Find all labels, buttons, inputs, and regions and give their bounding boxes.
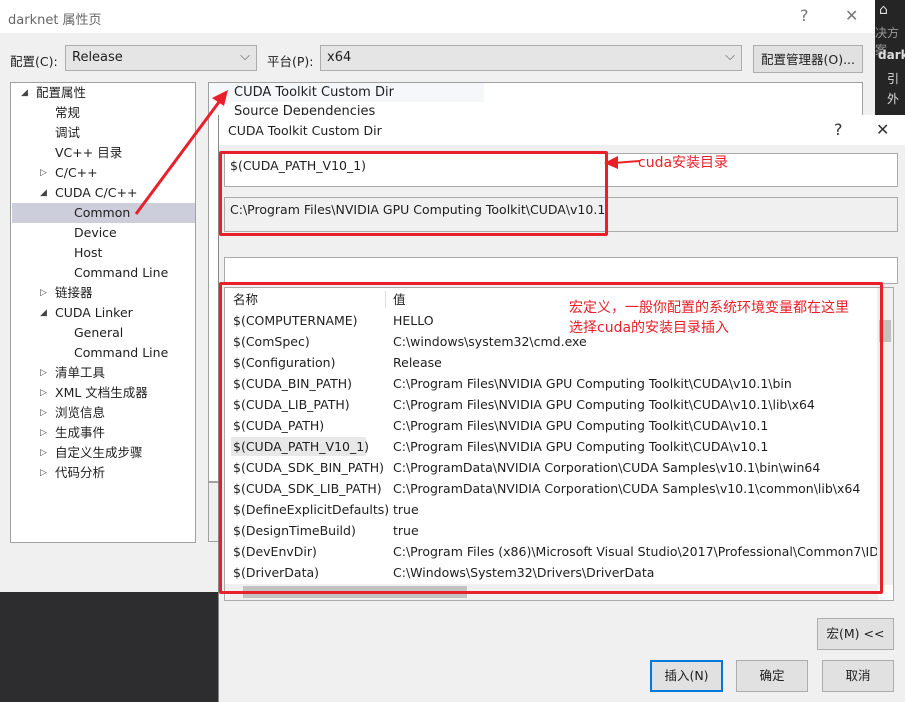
dialog-title: CUDA Toolkit Custom Dir (228, 123, 382, 138)
dialog-help-button[interactable]: ? (834, 120, 843, 139)
dialog-title-bar: CUDA Toolkit Custom Dir ? ✕ (219, 115, 905, 145)
macro-filter-input[interactable] (224, 257, 898, 284)
macros-toggle-button[interactable]: 宏(M) << (817, 618, 894, 650)
annotation-macro-line1: 宏定义，一般你配置的系统环境变量都在这里 (569, 300, 849, 316)
insert-button[interactable]: 插入(N) (650, 660, 723, 692)
ok-button[interactable]: 确定 (736, 660, 808, 692)
cancel-button[interactable]: 取消 (822, 660, 894, 692)
annotation-install-dir: cuda安装目录 (638, 155, 729, 171)
red-arrow-to-grid (134, 90, 228, 215)
annotation-box-value (219, 151, 608, 236)
dialog-close-button[interactable]: ✕ (876, 120, 889, 139)
annotation-box-macros (219, 282, 883, 594)
annotation-macro-line2: 选择cuda的安装目录插入 (569, 320, 730, 336)
